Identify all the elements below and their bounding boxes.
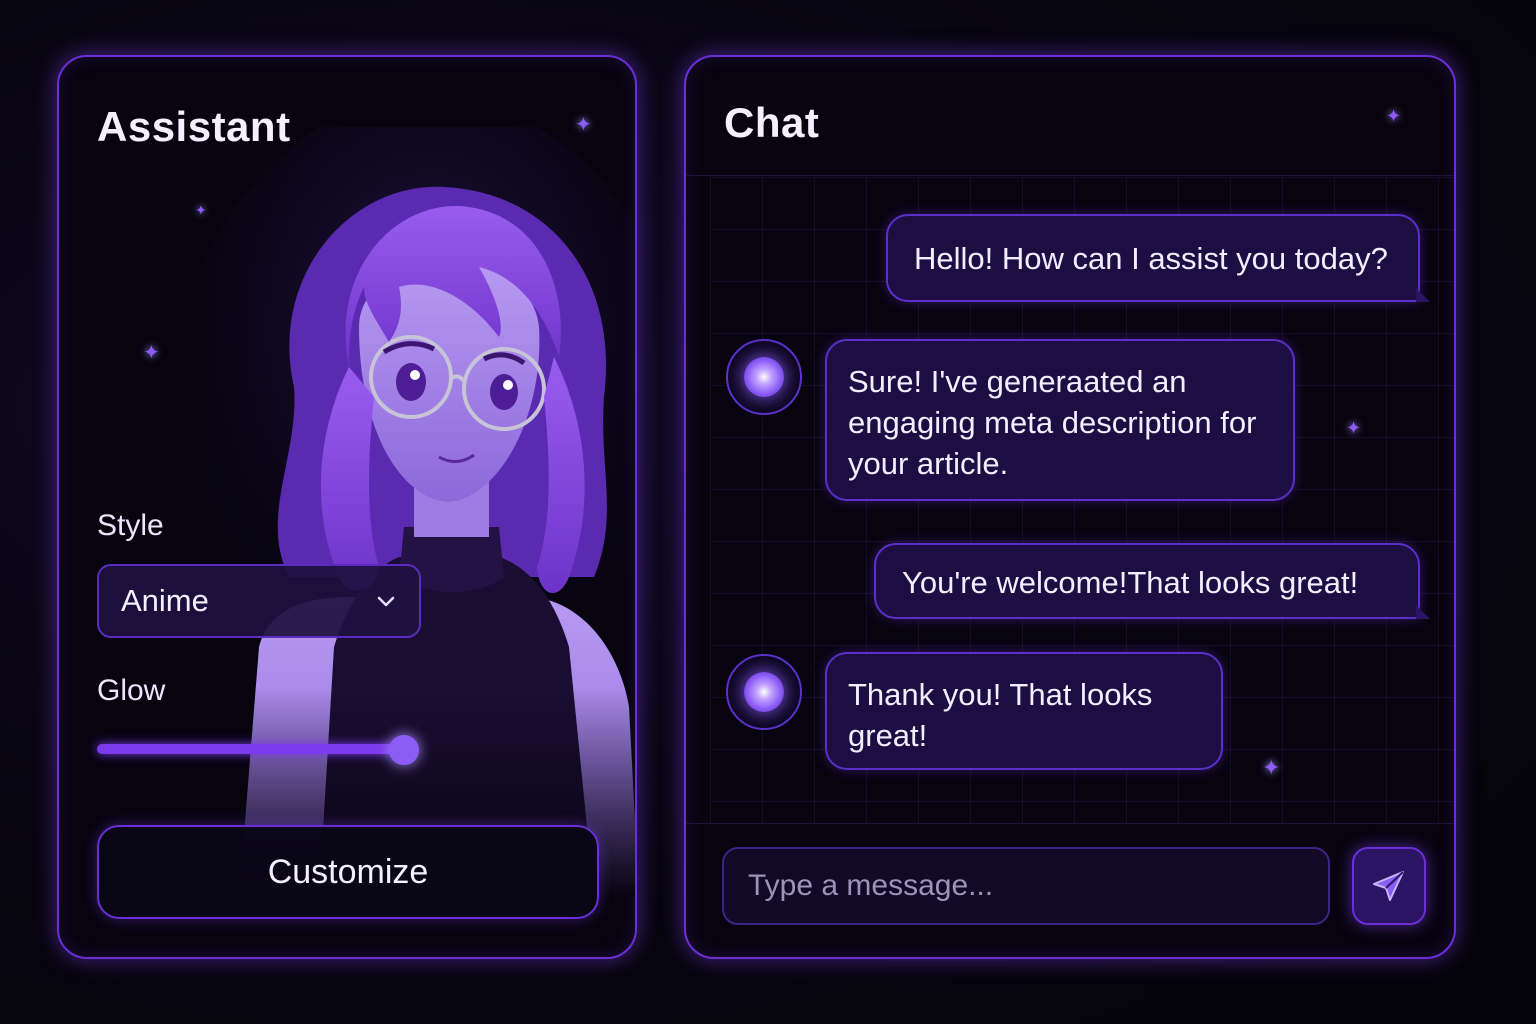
chat-header-divider [686,175,1454,176]
chat-message-user: Hello! How can I assist you today? [886,214,1430,302]
assistant-portrait [199,127,635,897]
chat-message-assistant: Sure! I've generaated an engaging meta d… [825,339,1295,501]
chat-title: Chat [724,99,820,146]
style-dropdown[interactable]: Anime [97,564,421,638]
sparkle-icon: ✦ [195,202,207,218]
chevron-down-icon [377,596,395,607]
chat-message-assistant: Thank you! That looks great! [825,652,1223,770]
style-label: Style [97,509,164,542]
send-button[interactable] [1352,847,1426,925]
style-selected-value: Anime [121,583,209,618]
assistant-panel: Assistant ✦ ✦ ✦ Style Anime Glow Customi… [57,55,637,959]
sparkle-icon: ✦ [1386,106,1402,126]
glow-slider-thumb[interactable] [389,735,420,765]
assistant-avatar-orb [726,654,802,730]
glow-slider[interactable] [97,735,420,765]
sparkle-icon: ✦ [575,114,592,136]
sparkle-icon: ✦ [1346,418,1362,438]
sparkle-icon: ✦ [143,342,160,364]
message-input[interactable] [722,847,1330,925]
assistant-title: Assistant [97,103,291,150]
composer-divider [686,823,1454,824]
chat-message-user: You're welcome!That looks great! [874,543,1430,619]
glow-label: Glow [97,674,166,707]
customize-button[interactable]: Customize [97,825,599,919]
sparkle-icon: ✦ [1262,755,1281,780]
chat-panel: Chat ✦ ✦ ✦ Hello! How can I assist you t… [684,55,1456,959]
assistant-avatar-orb [726,339,802,415]
glow-slider-fill [97,744,405,754]
send-icon [1373,871,1404,901]
